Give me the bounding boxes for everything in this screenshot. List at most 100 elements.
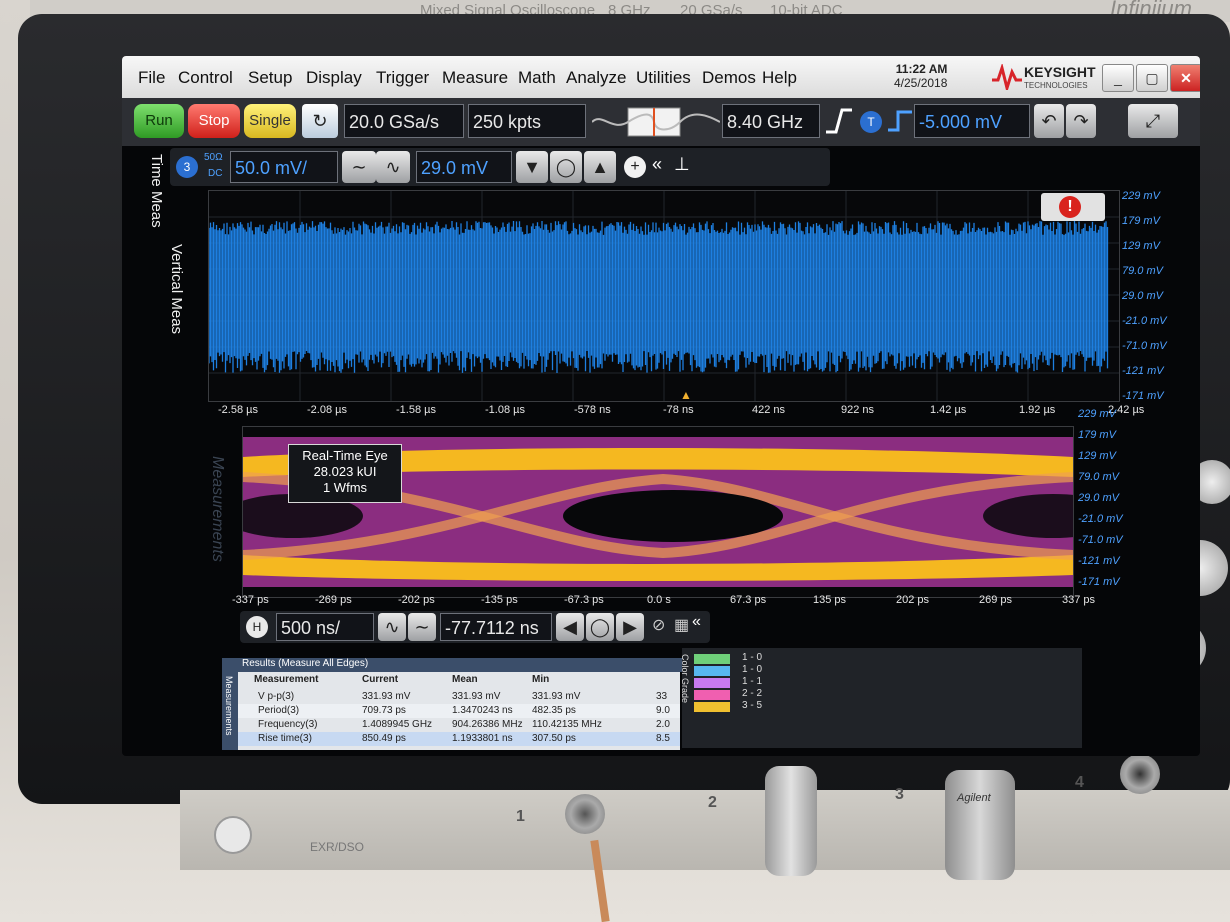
menu-math[interactable]: Math	[518, 68, 556, 88]
color-grade-label: 2 - 2	[742, 688, 763, 699]
menu-control[interactable]: Control	[178, 68, 233, 88]
ch2-label: 2	[708, 794, 717, 811]
eye-label-box: Real-Time Eye 28.023 kUI 1 Wfms	[288, 444, 402, 503]
ch1-connector[interactable]	[565, 794, 605, 834]
eye-label-wfms: 1 Wfms	[322, 480, 368, 495]
color-grade-swatch	[694, 702, 730, 712]
run-button[interactable]: Run	[134, 104, 184, 138]
offset-zero-icon[interactable]: ◯	[550, 151, 582, 183]
front-panel: EXR/DSO 1 2 3 Agilent 4	[180, 754, 1230, 880]
ch1-label: 1	[516, 808, 525, 825]
trigger-edge-icon[interactable]	[886, 106, 914, 136]
upper-x-tick: -578 ns	[574, 404, 611, 416]
horizontal-controls: H 500 ns/ ∿ ∼ -77.7112 ns ◀ ◯ ▶ ⊘ ▦ «	[240, 611, 710, 643]
position-left-icon[interactable]: ◀	[556, 613, 584, 641]
tab-time-meas[interactable]: Time Meas	[148, 154, 165, 228]
autoscale-icon[interactable]: ↻	[302, 104, 338, 138]
add-icon[interactable]: +	[624, 156, 646, 178]
close-button[interactable]: ✕	[1170, 64, 1200, 92]
menu-analyze[interactable]: Analyze	[566, 68, 626, 88]
trigger-chip[interactable]: T	[860, 111, 882, 133]
brand-name: KEYSIGHT	[1024, 64, 1096, 80]
channel-chip[interactable]: 3	[176, 156, 198, 178]
memory-depth-field[interactable]: 250 kpts	[468, 104, 586, 138]
upper-y-tick: 79.0 mV	[1122, 265, 1163, 277]
upper-x-tick: 1.42 µs	[930, 404, 967, 416]
vertical-offset-field[interactable]: 29.0 mV	[416, 151, 512, 183]
scale-down-icon[interactable]: ∼	[342, 151, 376, 183]
vertical-scale-field[interactable]: 50.0 mV/	[230, 151, 338, 183]
collapse-h-icon[interactable]: «	[692, 613, 701, 631]
undo-icon[interactable]: ↶	[1034, 104, 1064, 138]
upper-waveform-trace	[208, 221, 1109, 373]
position-zero-icon[interactable]: ◯	[586, 613, 614, 641]
upper-x-tick: 422 ns	[752, 404, 786, 416]
timebase-up-icon[interactable]: ∼	[408, 613, 436, 641]
tab-vertical-meas[interactable]: Vertical Meas	[168, 244, 185, 334]
color-grade-swatch	[694, 690, 730, 700]
position-right-icon[interactable]: ▶	[616, 613, 644, 641]
results-panel: Results (Measure All Edges) Measurements…	[222, 658, 700, 750]
restore-button[interactable]: ▢	[1136, 64, 1168, 92]
results-row[interactable]: Period(3) 709.73 ps 1.3470243 ns 482.35 ps 9…	[238, 704, 680, 718]
horizontal-waveform-icon[interactable]	[592, 106, 720, 138]
eye-label-ui: 28.023 kUI	[313, 464, 377, 479]
results-cell-extra: 9.0	[656, 705, 670, 716]
upper-waveform-plot[interactable]: !	[208, 190, 1120, 402]
sample-rate-field[interactable]: 20.0 GSa/s	[344, 104, 464, 138]
results-row[interactable]: V p-p(3) 331.93 mV 331.93 mV 331.93 mV 33	[238, 690, 680, 704]
pin-icon[interactable]: ⊥	[674, 154, 690, 175]
redo-icon[interactable]: ↷	[1066, 104, 1096, 138]
menu-help[interactable]: Help	[762, 68, 797, 88]
horizontal-position-field[interactable]: -77.7112 ns	[440, 613, 552, 641]
lower-y-tick: 229 mV	[1078, 408, 1116, 420]
upper-y-tick: -121 mV	[1122, 365, 1164, 377]
results-cell-name: V p-p(3)	[258, 691, 295, 702]
measure-marker-icon[interactable]: ⤢	[1128, 104, 1178, 138]
color-grade-swatch	[694, 666, 730, 676]
menu-display[interactable]: Display	[306, 68, 362, 88]
results-cell-name: Rise time(3)	[258, 733, 312, 744]
results-cell-extra: 8.5	[656, 733, 670, 744]
zoom-icon[interactable]: ⊘	[652, 615, 665, 635]
results-cell-min: 307.50 ps	[532, 733, 576, 744]
warning-icon[interactable]: !	[1041, 193, 1105, 221]
scale-up-icon[interactable]: ∿	[376, 151, 410, 183]
collapse-icon[interactable]: «	[652, 154, 662, 175]
menu-trigger[interactable]: Trigger	[376, 68, 429, 88]
results-cell-min: 482.35 ps	[532, 705, 576, 716]
stop-button[interactable]: Stop	[188, 104, 240, 138]
tab-measurements[interactable]: Measurements	[208, 456, 226, 562]
results-row[interactable]: Frequency(3) 1.4089945 GHz 904.26386 MHz 11…	[238, 718, 680, 732]
horizontal-chip[interactable]: H	[246, 616, 268, 638]
single-button[interactable]: Single	[244, 104, 296, 138]
timebase-down-icon[interactable]: ∿	[378, 613, 406, 641]
results-cell-current: 331.93 mV	[362, 691, 411, 702]
offset-down-icon[interactable]: ▼	[516, 151, 548, 183]
lower-x-tick: -337 ps	[232, 594, 269, 606]
menu-demos[interactable]: Demos	[702, 68, 756, 88]
menu-measure[interactable]: Measure	[442, 68, 508, 88]
upper-x-tick: 922 ns	[841, 404, 875, 416]
clock-date: 4/25/2018	[894, 76, 948, 90]
rising-edge-icon[interactable]	[824, 106, 854, 136]
ch2-probe	[765, 766, 817, 876]
power-button[interactable]	[214, 816, 252, 854]
menu-utilities[interactable]: Utilities	[636, 68, 691, 88]
menu-file[interactable]: File	[138, 68, 165, 88]
grid-icon[interactable]: ▦	[674, 615, 689, 635]
color-grade-swatch	[694, 678, 730, 688]
results-cell-extra: 33	[656, 691, 668, 702]
minimize-button[interactable]: _	[1102, 64, 1134, 92]
results-row[interactable]: Rise time(3) 850.49 ps 1.1933801 ns 307.50 …	[238, 732, 680, 746]
trigger-level-field[interactable]: -5.000 mV	[914, 104, 1030, 138]
bandwidth-field[interactable]: 8.40 GHz	[722, 104, 820, 138]
ch4-connector[interactable]	[1120, 754, 1160, 794]
menu-setup[interactable]: Setup	[248, 68, 292, 88]
offset-up-icon[interactable]: ▲	[584, 151, 616, 183]
probe-brand: Agilent	[957, 792, 991, 804]
results-cell-current: 709.73 ps	[362, 705, 406, 716]
timebase-field[interactable]: 500 ns/	[276, 613, 374, 641]
lower-y-tick: -71.0 mV	[1078, 534, 1123, 546]
upper-y-tick: -21.0 mV	[1122, 315, 1167, 327]
